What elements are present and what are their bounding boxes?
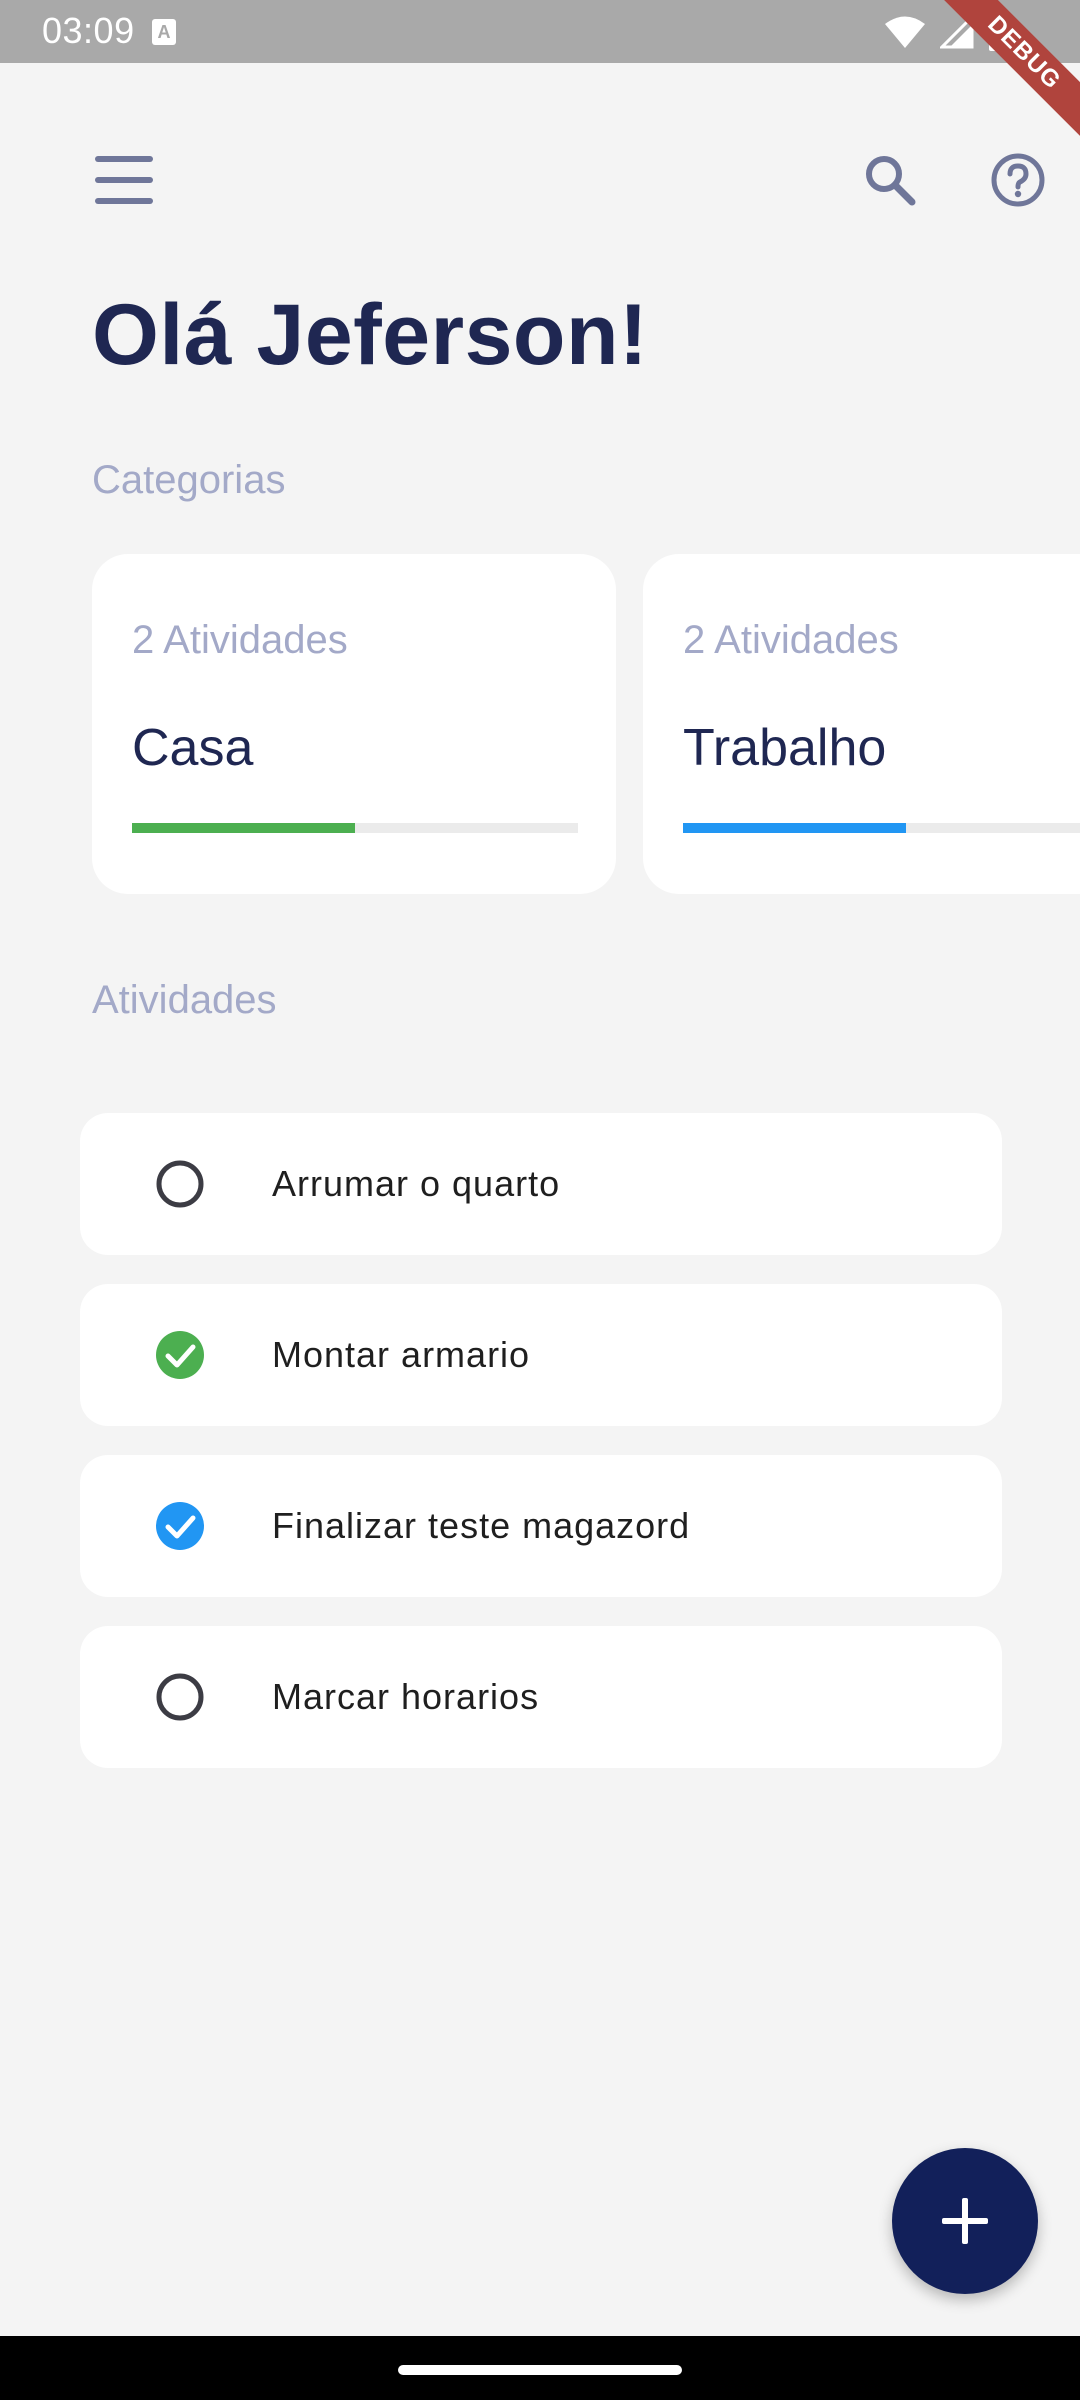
- unchecked-circle-icon[interactable]: [156, 1160, 204, 1208]
- notification-a-icon: A: [152, 19, 176, 45]
- menu-button[interactable]: [82, 140, 166, 220]
- search-icon: [866, 156, 916, 206]
- check-circle-icon[interactable]: [156, 1502, 204, 1550]
- category-progress-bar: [132, 823, 578, 833]
- categories-carousel[interactable]: 2 Atividades Casa 2 Atividades Trabalho: [92, 554, 1080, 894]
- search-button[interactable]: [850, 140, 930, 220]
- list-item[interactable]: Marcar horarios: [80, 1626, 1002, 1768]
- task-title: Finalizar teste magazord: [272, 1505, 691, 1546]
- category-progress-fill: [132, 823, 355, 833]
- category-name: Trabalho: [683, 719, 887, 777]
- category-count: 2 Atividades: [683, 618, 899, 662]
- signal-icon: [940, 15, 974, 49]
- activities-list: Arrumar o quarto Montar armario Finaliza…: [80, 1113, 1002, 1797]
- wifi-icon: [885, 16, 925, 48]
- page-title: Olá Jeferson!: [92, 287, 649, 383]
- category-count: 2 Atividades: [132, 618, 348, 662]
- list-item[interactable]: Montar armario: [80, 1284, 1002, 1426]
- status-icons: [884, 12, 1010, 52]
- task-title: Arrumar o quarto: [272, 1163, 561, 1204]
- category-name: Casa: [132, 719, 254, 777]
- unchecked-circle-icon[interactable]: [156, 1673, 204, 1721]
- check-circle-icon[interactable]: [156, 1331, 204, 1379]
- category-card-casa[interactable]: 2 Atividades Casa: [92, 554, 616, 894]
- status-bar: 03:09 A: [0, 0, 1080, 63]
- category-card-trabalho[interactable]: 2 Atividades Trabalho: [643, 554, 1080, 894]
- add-activity-button[interactable]: [892, 2148, 1038, 2294]
- help-icon: [991, 153, 1045, 207]
- task-title: Marcar horarios: [272, 1676, 540, 1717]
- status-time: 03:09: [42, 10, 135, 51]
- task-title: Montar armario: [272, 1334, 531, 1375]
- activities-section-label: Atividades: [92, 978, 277, 1022]
- list-item[interactable]: Finalizar teste magazord: [80, 1455, 1002, 1597]
- list-item[interactable]: Arrumar o quarto: [80, 1113, 1002, 1255]
- home-gesture-handle[interactable]: [398, 2365, 682, 2375]
- add-icon: [942, 2198, 988, 2244]
- category-progress-fill: [683, 823, 906, 833]
- categories-section-label: Categorias: [92, 458, 286, 502]
- menu-icon: [95, 156, 153, 204]
- help-button[interactable]: [978, 140, 1058, 220]
- battery-icon: [989, 13, 1009, 51]
- category-progress-bar: [683, 823, 1080, 833]
